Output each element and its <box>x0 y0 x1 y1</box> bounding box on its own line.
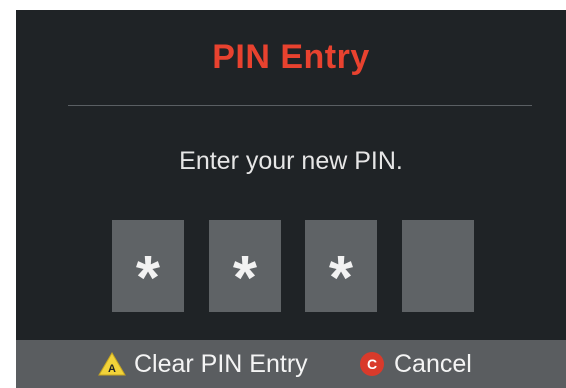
footer-bar: A Clear PIN Entry C Cancel <box>16 340 566 388</box>
pin-slot-2[interactable]: * <box>209 220 281 312</box>
pin-input-row[interactable]: * * * <box>112 220 476 312</box>
clear-pin-button[interactable]: A Clear PIN Entry <box>98 340 308 388</box>
title-divider <box>68 105 532 106</box>
dialog-title: PIN Entry <box>212 38 370 76</box>
pin-slot-1[interactable]: * <box>112 220 184 312</box>
pin-slot-3[interactable]: * <box>305 220 377 312</box>
pin-prompt: Enter your new PIN. <box>179 147 403 175</box>
a-key-letter: A <box>108 363 116 375</box>
cancel-label: Cancel <box>394 349 472 378</box>
pin-entry-dialog: PIN Entry Enter your new PIN. * * * A Cl… <box>16 10 566 388</box>
pin-slot-4[interactable] <box>402 220 474 312</box>
clear-pin-label: Clear PIN Entry <box>134 349 308 378</box>
c-button-circle-icon: C <box>360 352 384 376</box>
cancel-button[interactable]: C Cancel <box>360 340 472 388</box>
a-button-triangle-icon: A <box>98 352 126 376</box>
